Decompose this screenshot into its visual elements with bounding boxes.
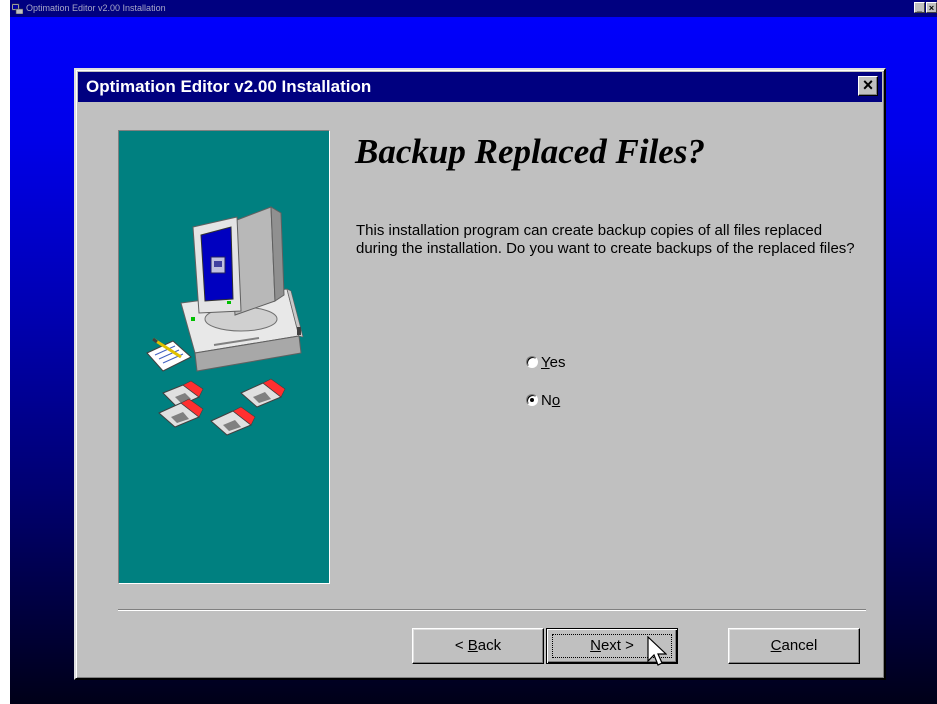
button-separator [118,609,866,611]
desktop-screen: Optimation Editor v2.00 Installation _ ×… [10,0,937,704]
installer-illustration-panel [118,130,330,584]
radio-no[interactable]: No [526,390,560,410]
description-text: This installation program can create bac… [356,222,855,257]
setup-app-icon [12,3,23,14]
back-button[interactable]: < Back [412,628,544,664]
minimize-button[interactable]: _ [914,2,925,13]
radio-button[interactable] [526,356,538,368]
dialog-title: Optimation Editor v2.00 Installation [86,77,372,96]
dialog-close-button[interactable]: × [858,76,878,96]
installer-illustration [146,206,304,436]
outer-close-button[interactable]: × [926,2,937,13]
radio-no-label: No [541,391,561,409]
radio-button-selected[interactable] [526,394,538,406]
floppy-disk-icon [158,398,204,428]
installer-dialog: Optimation Editor v2.00 Installation × B… [74,68,886,680]
floppy-disk-icon [240,378,286,408]
computer-icon [180,206,304,372]
notepad-pencil-icon [146,337,192,372]
floppy-disk-icon [210,406,256,436]
outer-window-title: Optimation Editor v2.00 Installation [26,3,166,13]
page-heading: Backup Replaced Files? [355,132,705,171]
cancel-button[interactable]: Cancel [728,628,860,664]
dialog-titlebar[interactable]: Optimation Editor v2.00 Installation × [78,72,882,102]
mouse-cursor-icon [647,636,667,666]
outer-window-titlebar: Optimation Editor v2.00 Installation _ × [10,0,937,17]
radio-selected-dot [530,398,534,402]
radio-yes[interactable]: Yes [526,352,565,372]
close-icon: × [862,75,874,95]
radio-yes-label: Yes [541,353,566,371]
